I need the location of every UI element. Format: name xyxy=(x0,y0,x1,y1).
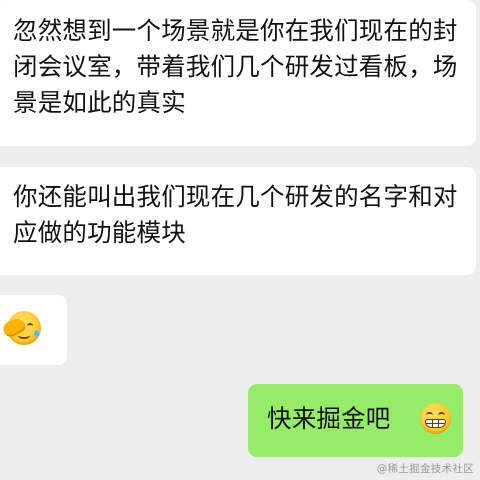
grin-emoji-icon xyxy=(420,403,451,434)
message-text: 忽然想到一个场景就是你在我们现在的封闭会议室，带着我们几个研发过看板，场景是如此… xyxy=(13,16,458,117)
message-text: 你还能叫出我们现在几个研发的名字和对应做的功能模块 xyxy=(13,182,458,247)
watermark: @稀土掘金技术社区 xyxy=(376,463,474,475)
message-bubble-incoming[interactable]: 忽然想到一个场景就是你在我们现在的封闭会议室，带着我们几个研发过看板，场景是如此… xyxy=(0,0,476,146)
message-bubble-incoming[interactable] xyxy=(0,295,67,365)
message-bubble-incoming[interactable]: 你还能叫出我们现在几个研发的名字和对应做的功能模块 xyxy=(0,167,476,275)
facepalm-emoji-icon xyxy=(0,311,41,345)
message-bubble-outgoing[interactable]: 快来掘金吧 xyxy=(248,384,463,457)
